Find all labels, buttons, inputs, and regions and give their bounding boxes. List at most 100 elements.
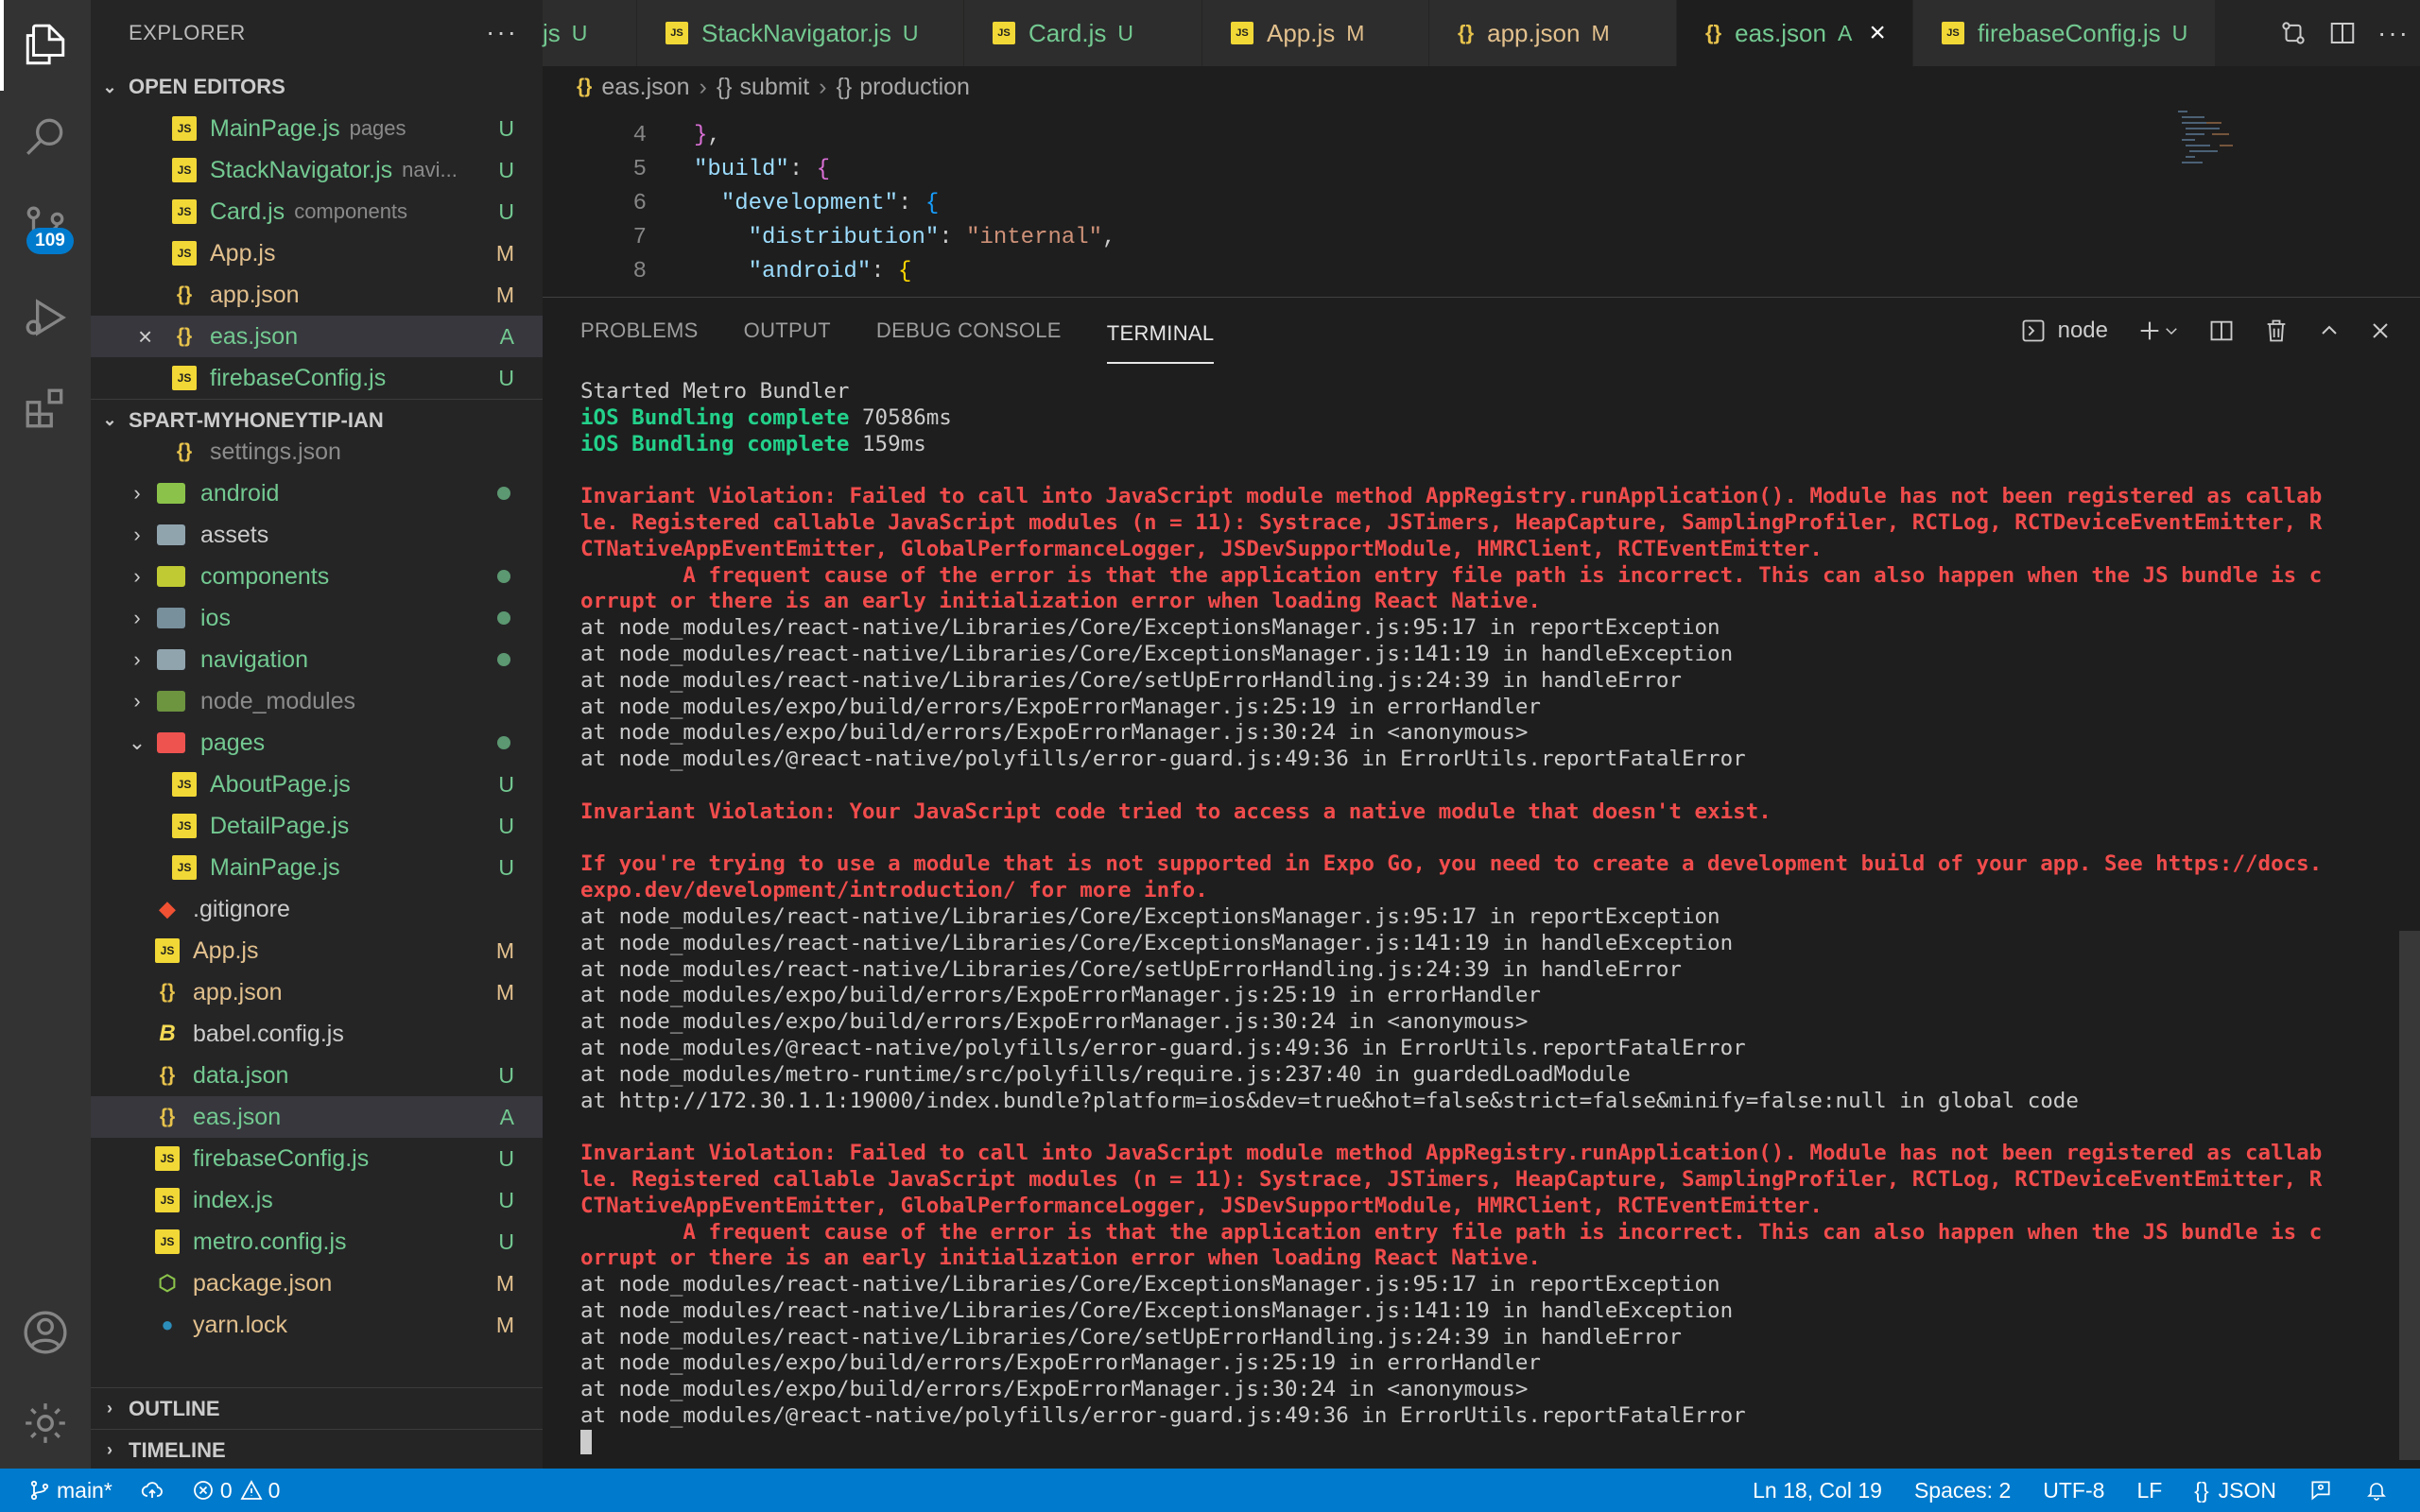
end-of-line[interactable]: LF	[2136, 1478, 2162, 1503]
tree-folder-open[interactable]: ⌄ pages	[91, 722, 543, 764]
close-icon[interactable]: ×	[138, 322, 172, 352]
tree-folder[interactable]: › node_modules	[91, 680, 543, 722]
code-editor[interactable]: 4 }, 5 "build": { 6 "development": { 7 "…	[543, 108, 2420, 297]
terminal-line: Invariant Violation: Your JavaScript cod…	[580, 799, 1772, 824]
search-icon[interactable]	[0, 91, 91, 181]
tree-file[interactable]: JS DetailPage.js U	[91, 805, 543, 847]
tree-file[interactable]: JS AboutPage.js U	[91, 764, 543, 805]
split-editor-icon[interactable]	[2328, 19, 2357, 47]
feedback-icon[interactable]	[2308, 1478, 2333, 1503]
sync-button[interactable]	[139, 1479, 165, 1502]
terminal-line: at node_modules/react-native/Libraries/C…	[580, 1297, 1734, 1323]
line-number: 4	[632, 123, 647, 148]
tab-mainpage[interactable]: js U	[543, 0, 637, 66]
branch-indicator[interactable]: main*	[28, 1478, 112, 1503]
new-terminal-button[interactable]	[2136, 318, 2180, 344]
chevron-right-icon: ›	[699, 73, 707, 100]
tree-folder[interactable]: › components	[91, 556, 543, 597]
more-actions-icon[interactable]: ···	[486, 17, 518, 47]
terminal-line: at node_modules/expo/build/errors/ExpoEr…	[580, 1009, 1529, 1035]
tree-folder[interactable]: › android	[91, 472, 543, 514]
breadcrumb-item[interactable]: production	[859, 74, 970, 101]
tree-file[interactable]: JS index.js U	[91, 1179, 543, 1221]
account-icon[interactable]	[0, 1287, 91, 1378]
open-editor-item[interactable]: JS firebaseConfig.js U	[91, 357, 543, 399]
tree-file[interactable]: ● yarn.lock M	[91, 1304, 543, 1346]
close-tab-icon[interactable]: ×	[1869, 17, 1886, 49]
more-actions-icon[interactable]: ···	[2377, 18, 2410, 48]
open-editor-item[interactable]: JS App.js M	[91, 232, 543, 274]
breadcrumb-item[interactable]: submit	[740, 74, 810, 101]
tab-debug-console[interactable]: DEBUG CONSOLE	[876, 298, 1062, 364]
cursor-position[interactable]: Ln 18, Col 19	[1753, 1478, 1882, 1503]
settings-gear-icon[interactable]	[0, 1378, 91, 1469]
tab-stacknavigator[interactable]: JS StackNavigator.js U	[637, 0, 964, 66]
close-panel-icon[interactable]	[2369, 319, 2392, 342]
tree-file[interactable]: {} data.json U	[91, 1055, 543, 1096]
terminal-line: at node_modules/@react-native/polyfills/…	[580, 747, 1746, 772]
tab-card[interactable]: JS Card.js U	[964, 0, 1202, 66]
open-editor-item[interactable]: JS StackNavigator.js navi... U	[91, 149, 543, 191]
chevron-right-icon: ›	[107, 1399, 112, 1418]
open-editor-item[interactable]: {} app.json M	[91, 274, 543, 316]
tab-problems[interactable]: PROBLEMS	[580, 298, 699, 364]
explorer-icon[interactable]	[0, 0, 91, 91]
tree-folder[interactable]: › ios	[91, 597, 543, 639]
tree-folder[interactable]: › navigation	[91, 639, 543, 680]
tab-app-json[interactable]: {} app.json M	[1429, 0, 1677, 66]
split-terminal-icon[interactable]	[2208, 318, 2235, 344]
open-editor-item[interactable]: JS MainPage.js pages U	[91, 108, 543, 149]
terminal-prompt[interactable]	[580, 1430, 2377, 1456]
indentation[interactable]: Spaces: 2	[1914, 1478, 2011, 1503]
terminal-selector[interactable]: node	[2020, 318, 2108, 344]
tab-firebaseconfig[interactable]: JS firebaseConfig.js U	[1913, 0, 2216, 66]
tree-file[interactable]: ◆ .gitignore	[91, 888, 543, 930]
encoding[interactable]: UTF-8	[2043, 1478, 2104, 1503]
chevron-right-icon: ›	[133, 523, 141, 546]
tree-file[interactable]: JS MainPage.js U	[91, 847, 543, 888]
breadcrumb-item[interactable]: eas.json	[601, 74, 689, 101]
minimap[interactable]	[2174, 108, 2240, 183]
tree-file[interactable]: JS metro.config.js U	[91, 1221, 543, 1263]
extensions-icon[interactable]	[0, 363, 91, 454]
status-bar: main* 0 0 Ln 18, Col 19 Spaces: 2 UTF-8 …	[0, 1469, 2420, 1512]
terminal-line: le. Registered callable JavaScript modul…	[580, 509, 2323, 535]
json-file-icon: {}	[176, 284, 193, 305]
tree-file[interactable]: JS App.js M	[91, 930, 543, 971]
trash-icon[interactable]	[2263, 318, 2290, 344]
tree-file[interactable]: {} settings.json	[91, 433, 543, 471]
tab-eas-json[interactable]: {} eas.json A ×	[1677, 0, 1913, 66]
tree-file[interactable]: B babel.config.js	[91, 1013, 543, 1055]
outline-header[interactable]: › OUTLINE	[91, 1387, 543, 1429]
tab-output[interactable]: OUTPUT	[744, 298, 831, 364]
notifications-bell-icon[interactable]	[2365, 1479, 2388, 1502]
terminal-output[interactable]: Started Metro Bundler iOS Bundling comple…	[580, 379, 2377, 1456]
source-control-icon[interactable]	[0, 181, 91, 272]
tree-file[interactable]: ⬡ package.json M	[91, 1263, 543, 1304]
problems-indicator[interactable]: 0 0	[192, 1478, 280, 1503]
open-editor-item[interactable]: JS Card.js components U	[91, 191, 543, 232]
terminal-scrollbar[interactable]	[2399, 931, 2420, 1460]
terminal-line: le. Registered callable JavaScript modul…	[580, 1166, 2323, 1192]
language-mode[interactable]: {} JSON	[2194, 1478, 2276, 1503]
warning-icon	[240, 1480, 263, 1500]
tree-file-selected[interactable]: {} eas.json A	[91, 1096, 543, 1138]
run-debug-icon[interactable]	[0, 272, 91, 363]
timeline-header[interactable]: › TIMELINE	[91, 1429, 543, 1470]
tree-file[interactable]: JS firebaseConfig.js U	[91, 1138, 543, 1179]
terminal-line: orrupt or there is an early initializati…	[580, 1246, 1541, 1271]
chevron-right-icon: ›	[107, 1440, 112, 1459]
open-editors-header[interactable]: ⌄ OPEN EDITORS	[91, 66, 543, 108]
tree-folder[interactable]: › assets	[91, 514, 543, 556]
git-branch-icon	[30, 1480, 49, 1501]
js-file-icon: JS	[172, 772, 197, 797]
maximize-panel-icon[interactable]	[2318, 319, 2341, 342]
tab-terminal[interactable]: TERMINAL	[1106, 305, 1215, 364]
tab-app-js[interactable]: JS App.js M	[1202, 0, 1429, 66]
js-file-icon: JS	[155, 1188, 180, 1212]
open-editor-item-active[interactable]: × {} eas.json A	[91, 316, 543, 357]
compare-changes-icon[interactable]	[2279, 19, 2308, 47]
terminal-line: at node_modules/expo/build/errors/ExpoEr…	[580, 1377, 1529, 1402]
js-file-icon: JS	[666, 22, 688, 44]
tree-file[interactable]: {} app.json M	[91, 971, 543, 1013]
